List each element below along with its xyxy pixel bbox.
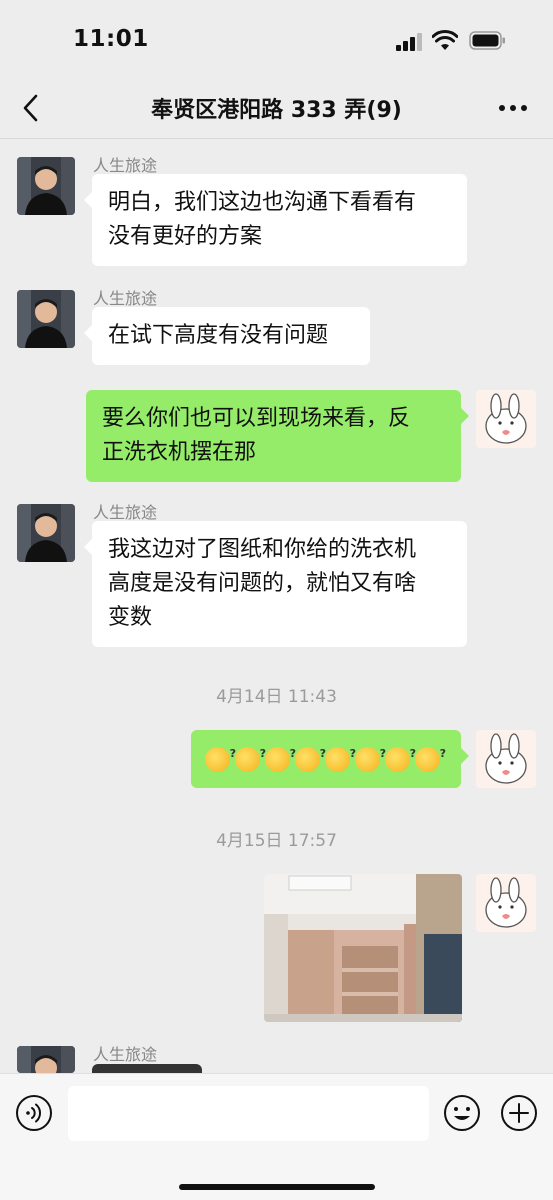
- sender-name: 人生旅途: [93, 1045, 158, 1064]
- message-bubble-outgoing[interactable]: 要么你们也可以到现场来看，反 正洗衣机摆在那: [86, 390, 469, 482]
- thinking-question-emoji-icon: [355, 737, 386, 772]
- nav-divider: [0, 138, 553, 139]
- message-bubble-incoming[interactable]: 在试下高度有没有问题: [84, 307, 370, 365]
- more-options-icon[interactable]: [498, 100, 528, 116]
- voice-input-icon[interactable]: [15, 1094, 53, 1132]
- wifi-icon: [432, 30, 458, 50]
- input-bar: [0, 1073, 553, 1200]
- avatar-self[interactable]: [476, 390, 536, 448]
- status-bar: 11:01: [0, 0, 553, 80]
- message-bubble-incoming[interactable]: 我这边对了图纸和你给的洗衣机 高度是没有问题的，就怕又有啥 变数: [84, 521, 467, 647]
- sender-name: 人生旅途: [93, 503, 158, 522]
- nav-bar: 奉贤区港阳路 333 弄(9): [0, 80, 553, 138]
- message-bubble-incoming[interactable]: 明白，我们这边也沟通下看看有 没有更好的方案: [84, 174, 467, 266]
- avatar[interactable]: [17, 157, 75, 215]
- sender-name: 人生旅途: [93, 156, 158, 175]
- thinking-question-emoji-icon: [205, 737, 236, 772]
- home-indicator: [179, 1184, 375, 1190]
- avatar[interactable]: [17, 290, 75, 348]
- message-input[interactable]: [68, 1086, 429, 1141]
- timestamp: 4月15日 17:57: [216, 831, 337, 851]
- thinking-question-emoji-icon: [415, 737, 446, 772]
- battery-icon: [469, 31, 505, 50]
- thinking-question-emoji-icon: [235, 737, 266, 772]
- timestamp: 4月14日 11:43: [216, 687, 337, 707]
- chat-title: 奉贤区港阳路 333 弄(9): [151, 98, 402, 123]
- sender-name: 人生旅途: [93, 289, 158, 308]
- status-time: 11:01: [73, 26, 149, 52]
- avatar-self[interactable]: [476, 874, 536, 932]
- thinking-question-emoji-icon: [295, 737, 326, 772]
- avatar[interactable]: [17, 504, 75, 562]
- avatar[interactable]: [17, 1046, 75, 1073]
- signal-icon: [396, 33, 424, 51]
- thinking-question-emoji-icon: [385, 737, 416, 772]
- cabinet-photo[interactable]: [264, 874, 462, 1022]
- message-bubble-outgoing-emoji[interactable]: [191, 730, 469, 788]
- avatar-self[interactable]: [476, 730, 536, 788]
- thinking-question-emoji-icon: [265, 737, 296, 772]
- plus-icon[interactable]: [500, 1094, 538, 1132]
- thinking-question-emoji-icon: [325, 737, 356, 772]
- emoji-icon[interactable]: [443, 1094, 481, 1132]
